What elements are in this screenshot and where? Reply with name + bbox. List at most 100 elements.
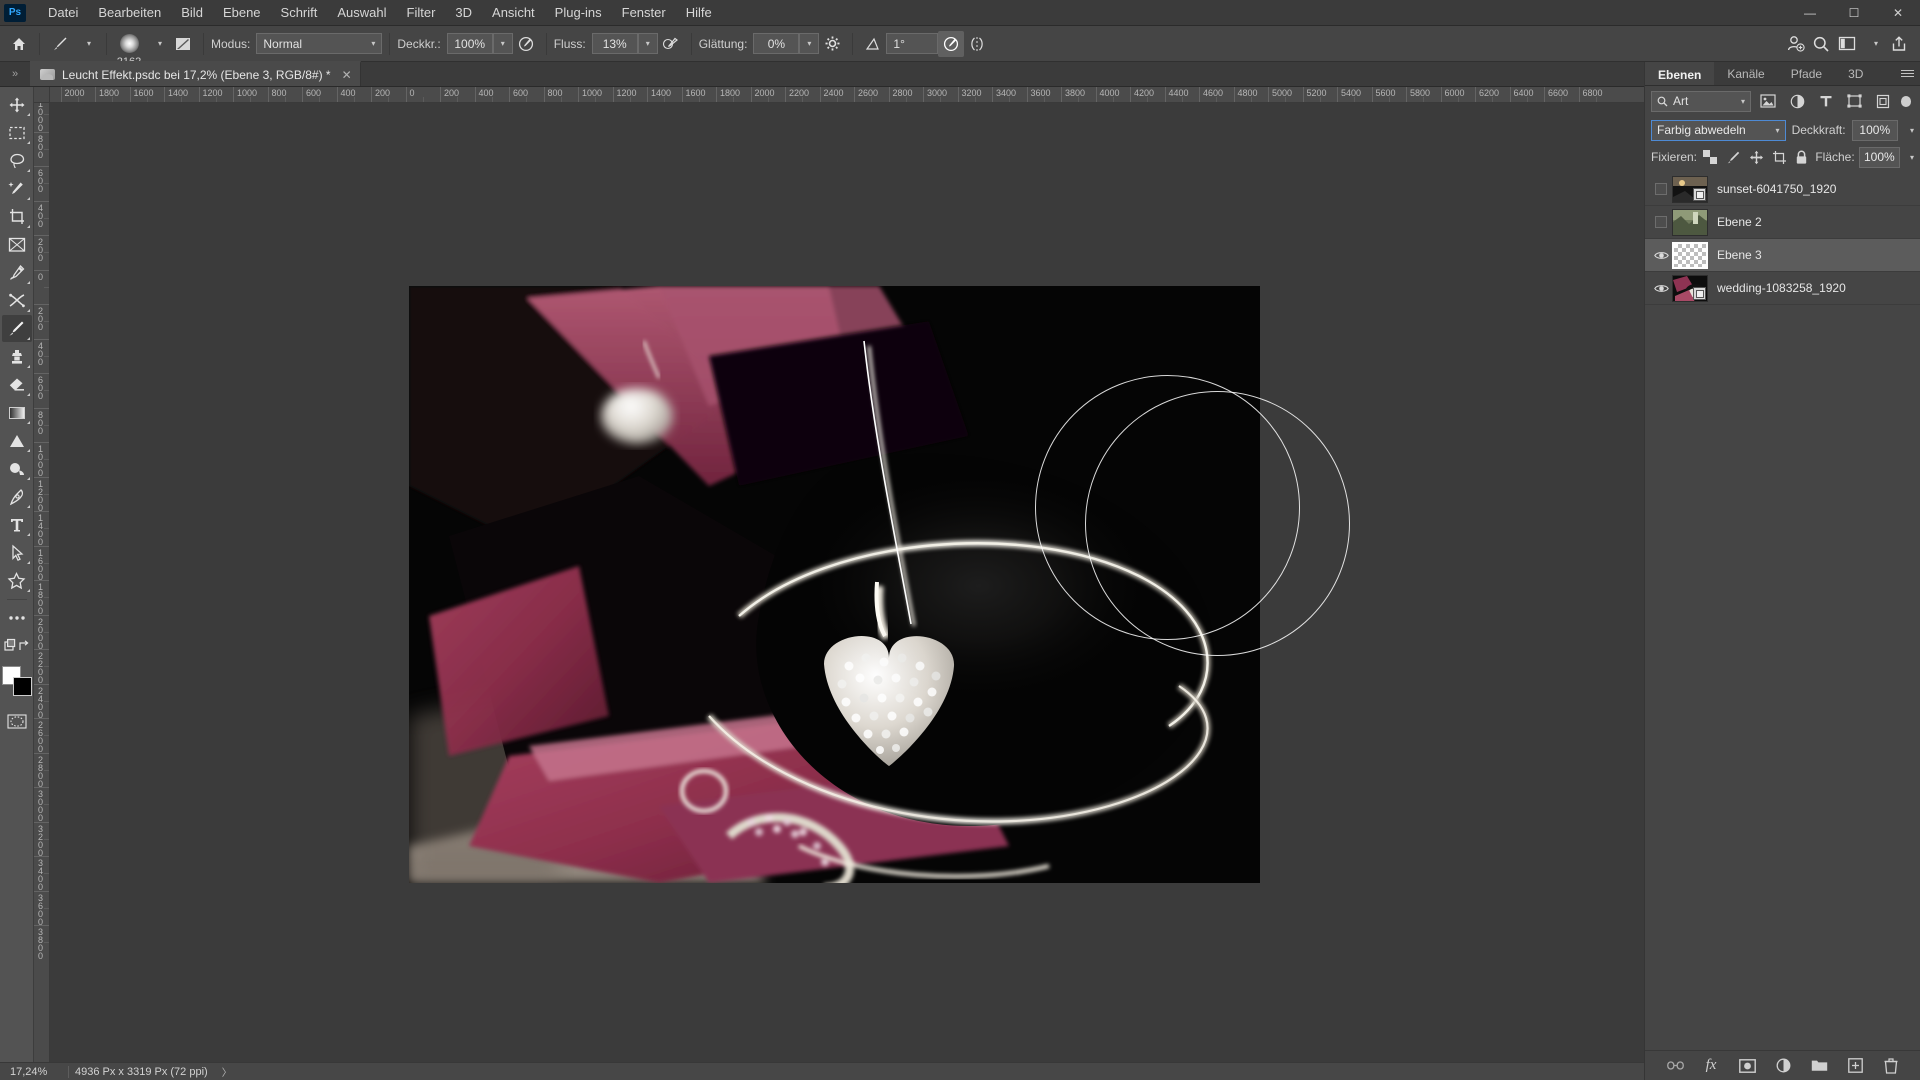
color-swatches[interactable] [1,666,32,696]
document-tab[interactable]: Leucht Effekt.psdc bei 17,2% (Ebene 3, R… [30,61,361,86]
layer-mask-icon[interactable] [1738,1056,1757,1075]
eraser-tool[interactable] [2,371,32,398]
custom-shape-tool[interactable] [2,567,32,594]
eyedropper-tool[interactable] [2,259,32,286]
angle-input[interactable]: 1° [886,33,939,54]
link-layers-icon[interactable] [1666,1056,1685,1075]
brush-preset-chevron-down-icon[interactable]: ▾ [73,31,99,57]
tab-kanaele[interactable]: Kanäle [1714,62,1777,85]
layer-thumbnail[interactable] [1672,274,1708,302]
adjustment-layer-icon[interactable] [1774,1056,1793,1075]
lock-transparency-icon[interactable] [1701,146,1720,168]
frame-tool[interactable] [2,231,32,258]
pen-tool[interactable] [2,483,32,510]
tab-ebenen[interactable]: Ebenen [1645,62,1715,85]
path-selection-tool[interactable] [2,539,32,566]
lock-image-icon[interactable] [1724,146,1743,168]
close-button[interactable]: ✕ [1876,0,1920,26]
move-tool[interactable] [2,91,32,118]
layer-thumbnail[interactable] [1672,241,1708,269]
document-canvas[interactable] [409,286,1260,883]
brush-icon[interactable] [47,31,73,57]
lock-all-icon[interactable] [1792,146,1811,168]
type-tool[interactable] [2,511,32,538]
smoothing-chevron-down-icon[interactable]: ▾ [799,33,820,54]
blur-tool[interactable] [2,427,32,454]
layer-style-icon[interactable]: fx [1702,1056,1721,1075]
gear-icon[interactable] [819,31,845,57]
close-icon[interactable]: ✕ [342,68,352,82]
layer-thumbnail[interactable] [1672,175,1708,203]
layer-visibility-toggle[interactable] [1650,206,1672,239]
layer-row-wedding[interactable]: wedding-1083258_1920 [1645,272,1920,305]
layer-thumbnail[interactable] [1672,208,1708,236]
canvas-area[interactable] [50,103,1644,1068]
layer-row-sunset[interactable]: sunset-6041750_1920 [1645,173,1920,206]
pressure-opacity-icon[interactable] [513,31,539,57]
new-layer-icon[interactable] [1846,1056,1865,1075]
clone-stamp-tool[interactable] [2,343,32,370]
menu-auswahl[interactable]: Auswahl [327,1,396,24]
dodge-tool[interactable] [2,455,32,482]
edit-toolbar-icon[interactable] [2,632,32,659]
search-icon[interactable] [1808,31,1834,57]
minimize-button[interactable]: — [1788,0,1832,26]
vertical-ruler[interactable]: 1000 800 600 400 200 0 200 400 600 800 1000 1200 140… [34,103,50,1068]
background-color-swatch[interactable] [12,677,32,696]
fill-chevron-down-icon[interactable]: ▾ [1910,153,1914,162]
tab-3d[interactable]: 3D [1835,62,1876,85]
status-expand-icon[interactable]: 〉 [222,1064,232,1079]
rectangular-marquee-tool[interactable] [2,119,32,146]
flow-input[interactable]: 13% [591,33,638,54]
filter-toggle[interactable] [1900,95,1912,107]
symmetry-icon[interactable] [964,31,990,57]
brush-preset-picker-chevron-down-icon[interactable]: ▾ [144,31,170,57]
more-tools-ellipsis-icon[interactable] [2,604,32,631]
brush-settings-icon[interactable] [170,31,196,57]
menu-hilfe[interactable]: Hilfe [676,1,722,24]
crop-tool[interactable] [2,203,32,230]
filter-adjustment-icon[interactable] [1786,90,1809,112]
menu-schrift[interactable]: Schrift [271,1,328,24]
filter-type-icon[interactable] [1814,90,1837,112]
brush-size-preview[interactable]: 2162 [114,29,144,68]
opacity-input[interactable]: 100% [1851,119,1898,141]
healing-brush-tool[interactable] [2,287,32,314]
workspace-icon[interactable] [1834,31,1860,57]
layer-visibility-toggle[interactable] [1650,239,1672,272]
fill-input[interactable]: 100% [1858,146,1900,168]
quick-selection-tool[interactable] [2,175,32,202]
layer-row-ebene-3[interactable]: Ebene 3 [1645,239,1920,272]
collapse-arrows-icon[interactable]: » [0,61,30,86]
opacity-chevron-down-icon[interactable]: ▾ [1910,126,1914,135]
horizontal-ruler[interactable]: 2200200018001600140012001000800600400200… [50,87,1644,103]
menu-3d[interactable]: 3D [445,1,482,24]
menu-fenster[interactable]: Fenster [612,1,676,24]
filter-pixel-icon[interactable] [1757,90,1780,112]
pressure-size-icon[interactable] [938,30,965,57]
filter-kind-select[interactable]: Art ▾ [1651,90,1752,112]
menu-ebene[interactable]: Ebene [213,1,271,24]
filter-shape-icon[interactable] [1843,90,1866,112]
menu-bearbeiten[interactable]: Bearbeiten [88,1,171,24]
ruler-corner[interactable] [34,87,50,103]
quickmask-icon[interactable] [2,708,32,735]
flow-chevron-down-icon[interactable]: ▾ [637,33,658,54]
blend-mode-select[interactable]: Farbig abwedeln ▾ [1651,119,1786,141]
menu-ansicht[interactable]: Ansicht [482,1,545,24]
share-user-icon[interactable] [1782,31,1808,57]
lock-artboard-icon[interactable] [1770,146,1789,168]
maximize-button[interactable]: ☐ [1832,0,1876,26]
delete-layer-icon[interactable] [1882,1056,1901,1075]
menu-filter[interactable]: Filter [397,1,446,24]
opacity-chevron-down-icon[interactable]: ▾ [492,33,513,54]
zoom-level[interactable]: 17,24% [0,1066,62,1078]
opacity-input[interactable]: 100% [446,33,493,54]
menu-datei[interactable]: Datei [38,1,88,24]
brush-tool[interactable] [1,315,32,342]
new-group-icon[interactable] [1810,1056,1829,1075]
export-icon[interactable] [1886,31,1912,57]
layer-row-ebene-2[interactable]: Ebene 2 [1645,206,1920,239]
gradient-tool[interactable] [2,399,32,426]
home-icon[interactable] [6,31,32,57]
